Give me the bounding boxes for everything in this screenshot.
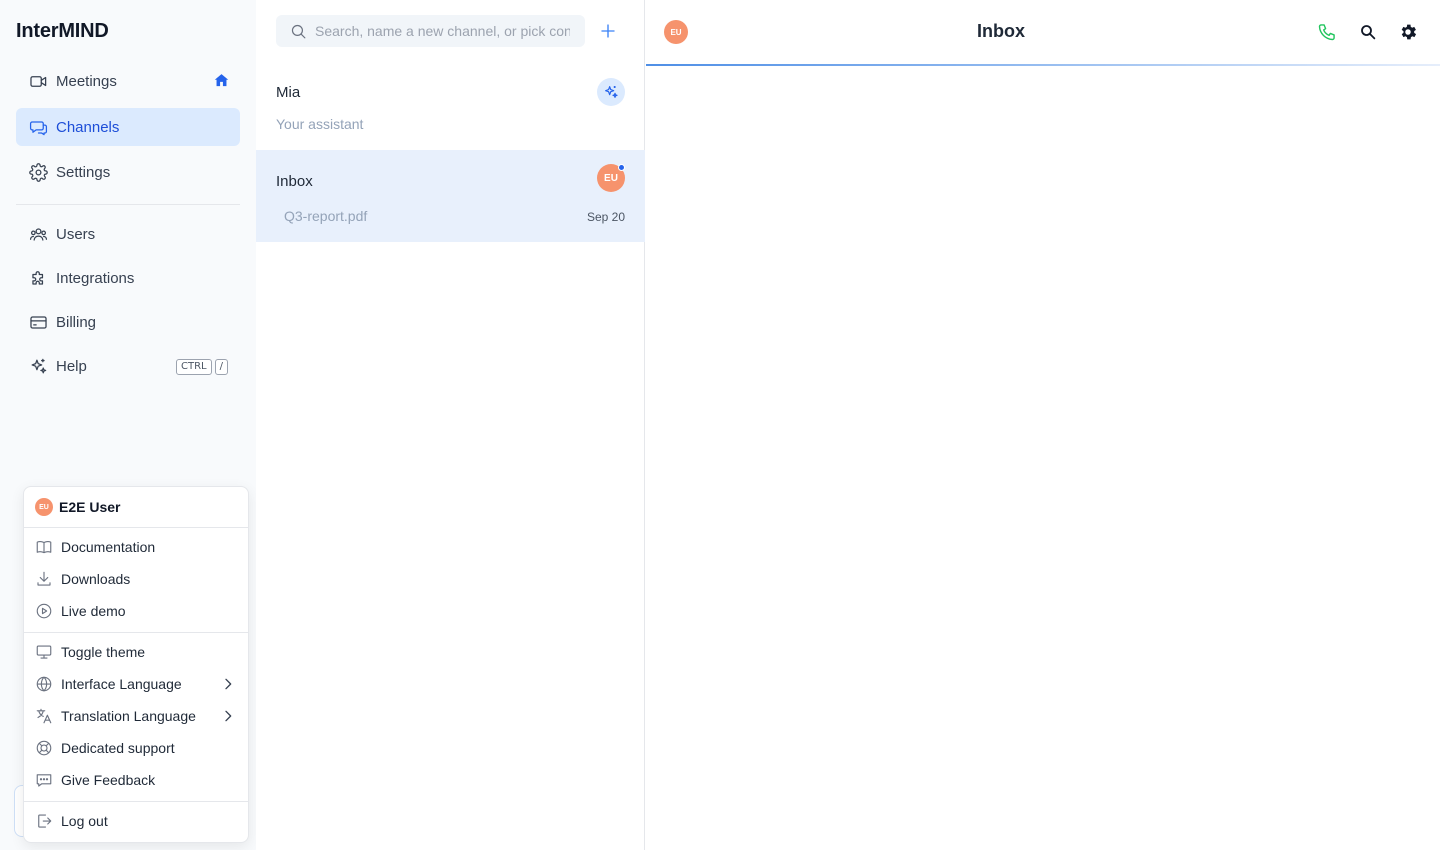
menu-item-dedicated-support[interactable]: Dedicated support <box>24 732 248 764</box>
globe-icon <box>35 675 53 693</box>
channel-list: Mia Your assistant Inbox EU Q3-report.pd… <box>256 0 645 850</box>
chat-bubbles-icon <box>28 117 48 137</box>
channel-item-inbox[interactable]: Inbox EU Q3-report.pdf Sep 20 <box>256 150 645 242</box>
monitor-icon <box>35 643 53 661</box>
channel-title: Inbox <box>276 173 313 190</box>
lifebuoy-icon <box>35 739 53 757</box>
add-channel-button[interactable] <box>597 20 619 42</box>
sidebar-item-settings[interactable]: Settings <box>16 153 240 191</box>
channel-date: Sep 20 <box>586 210 625 224</box>
chevron-right-icon <box>220 676 236 695</box>
avatar: EU <box>35 498 53 516</box>
user-menu-header: EU E2E User <box>24 487 248 528</box>
conversation-header: EU Inbox <box>646 0 1440 65</box>
menu-item-give-feedback[interactable]: Give Feedback <box>24 764 248 796</box>
download-icon <box>35 570 53 588</box>
menu-item-label: Live demo <box>61 603 126 619</box>
menu-item-label: Translation Language <box>61 708 196 724</box>
menu-item-label: Documentation <box>61 539 156 555</box>
avatar-initials: EU <box>604 172 618 184</box>
shortcut-key: / <box>214 359 228 375</box>
channel-last-message: Q3-report.pdf <box>284 208 368 224</box>
sidebar-item-integrations[interactable]: Integrations <box>16 259 240 297</box>
menu-item-translation-language[interactable]: Translation Language <box>24 700 248 732</box>
keyboard-shortcut: CTRL / <box>176 359 228 375</box>
sidebar-item-label: Integrations <box>56 269 135 287</box>
menu-divider <box>24 801 248 802</box>
menu-item-label: Interface Language <box>61 676 182 692</box>
shortcut-key: CTRL <box>176 359 212 375</box>
sidebar-item-label: Settings <box>56 163 111 181</box>
user-name: E2E User <box>59 499 121 515</box>
sidebar-item-users[interactable]: Users <box>16 215 240 253</box>
unread-dot <box>618 164 625 171</box>
channel-title: Mia <box>276 84 301 101</box>
channel-item-mia[interactable]: Mia Your assistant <box>256 62 645 150</box>
sidebar-divider <box>16 204 240 205</box>
menu-item-label: Dedicated support <box>61 740 175 756</box>
sidebar-item-channels[interactable]: Channels <box>16 108 240 146</box>
sidebar-item-label: Channels <box>56 118 120 136</box>
assistant-sparkle-icon <box>597 78 625 106</box>
book-icon <box>35 538 53 556</box>
translate-icon <box>35 707 53 725</box>
plus-icon <box>599 22 617 40</box>
sidebar-item-help[interactable]: Help CTRL / <box>16 347 240 385</box>
sidebar-item-label: Users <box>56 225 96 243</box>
search-icon <box>290 23 307 40</box>
play-circle-icon <box>35 602 53 620</box>
header-progress-line <box>646 64 1440 66</box>
menu-item-label: Give Feedback <box>61 772 156 788</box>
search-box <box>276 15 585 47</box>
menu-item-interface-language[interactable]: Interface Language <box>24 668 248 700</box>
channel-subtitle: Your assistant <box>276 116 364 132</box>
sidebar-item-billing[interactable]: Billing <box>16 303 240 341</box>
menu-item-label: Downloads <box>61 571 131 587</box>
sidebar-item-label: Help <box>56 357 87 375</box>
menu-divider <box>24 632 248 633</box>
app-brand: InterMIND <box>16 20 109 42</box>
page-title: Inbox <box>977 21 1025 41</box>
search-icon[interactable] <box>1357 21 1379 43</box>
menu-item-toggle-theme[interactable]: Toggle theme <box>24 636 248 668</box>
menu-item-documentation[interactable]: Documentation <box>24 531 248 563</box>
menu-item-log-out[interactable]: Log out <box>24 805 248 837</box>
gear-icon[interactable] <box>1397 21 1419 43</box>
menu-item-downloads[interactable]: Downloads <box>24 563 248 595</box>
home-icon[interactable] <box>213 72 230 93</box>
main-panel: EU Inbox <box>646 0 1440 850</box>
sidebar-item-meetings[interactable]: Meetings <box>16 62 240 100</box>
credit-card-icon <box>28 312 48 332</box>
logout-icon <box>35 812 53 830</box>
video-icon <box>28 71 48 91</box>
search-input[interactable] <box>315 23 570 39</box>
puzzle-icon <box>28 268 48 288</box>
users-icon <box>28 224 48 244</box>
avatar: EU <box>597 164 625 192</box>
phone-icon[interactable] <box>1316 21 1338 43</box>
menu-item-label: Log out <box>61 813 108 829</box>
message-dots-icon <box>35 771 53 789</box>
sparkles-icon <box>28 356 48 376</box>
user-menu: EU E2E User Documentation Downloads Live… <box>23 486 249 843</box>
sidebar-item-label: Meetings <box>56 72 117 90</box>
sidebar-item-label: Billing <box>56 313 97 331</box>
gear-icon <box>28 162 48 182</box>
menu-item-label: Toggle theme <box>61 644 146 660</box>
menu-item-live-demo[interactable]: Live demo <box>24 595 248 627</box>
chevron-right-icon <box>220 708 236 727</box>
